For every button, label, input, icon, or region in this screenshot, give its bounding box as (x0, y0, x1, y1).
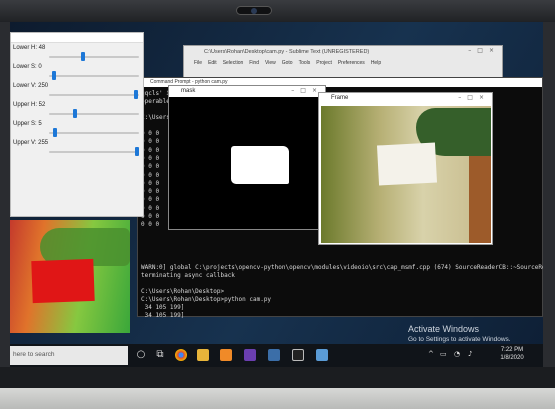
detected-card-image (31, 258, 95, 304)
trackbar-track[interactable] (49, 75, 139, 77)
menu-item-find[interactable]: Find (249, 60, 259, 66)
menu-item-preferences[interactable]: Preferences (338, 60, 365, 66)
laptop-bezel-left (0, 22, 10, 367)
notification-chevron-icon[interactable]: ^ (428, 350, 434, 358)
mask-window-title: mask –□× (169, 86, 325, 97)
menu-item-goto[interactable]: Goto (282, 60, 293, 66)
trackbar-label: Lower V: 250 (13, 83, 49, 89)
frame-window-title-text: Frame (331, 95, 349, 101)
menu-item-tools[interactable]: Tools (299, 60, 311, 66)
command-prompt-icon[interactable] (292, 349, 304, 361)
trackbar-track[interactable] (49, 56, 139, 58)
activate-subtitle: Go to Settings to activate Windows. (408, 336, 511, 343)
trackbar-row: Lower H: 48 (11, 43, 143, 62)
taskbar-search-input[interactable]: here to search (10, 346, 128, 365)
task-view-icon[interactable]: ⧉ (154, 349, 166, 361)
paper-card-image (376, 142, 438, 186)
desktop-screen: C:\Users\Rohan\Desktop\cam.py - Sublime … (10, 22, 543, 367)
taskbar: here to search ○ ⧉ ^ ▭ ◔ ♪ 7:22 PM 1/8/2… (10, 344, 543, 367)
terminal-output-row: 0 0 0 (141, 221, 160, 229)
battery-icon[interactable]: ▭ (440, 350, 447, 358)
network-icon[interactable]: ◔ (454, 350, 460, 358)
trackbar-label: Lower H: 48 (13, 45, 46, 51)
clock-date: 1/8/2020 (500, 355, 524, 361)
frame-window-controls[interactable]: –□× (458, 94, 490, 101)
sublime-icon[interactable] (220, 349, 232, 361)
trackbar-thumb[interactable] (72, 109, 77, 118)
camera-app-icon[interactable] (316, 349, 328, 361)
terminal-output-2: 34 105 199] (141, 312, 185, 319)
trackbar-thumb[interactable] (135, 147, 140, 156)
trackbar-label: Upper S: 5 (13, 121, 42, 127)
trackbar-label: Lower S: 0 (13, 64, 42, 70)
trackbar-list: Lower H: 48 Lower S: 0 Lower V: 250 Upper H… (11, 43, 143, 157)
menu-item-help[interactable]: Help (371, 60, 381, 66)
taskbar-clock[interactable]: 7:22 PM 1/8/2020 (492, 346, 532, 362)
trackbars-window[interactable]: Lower H: 48 Lower S: 0 Lower V: 250 Upper H… (10, 32, 144, 217)
trackbar-track[interactable] (49, 113, 139, 115)
laptop-bezel-right (543, 22, 555, 367)
laptop-bezel-bottom (0, 388, 555, 409)
camera-frame-image (321, 106, 491, 243)
volume-icon[interactable]: ♪ (468, 350, 472, 358)
trackbar-row: Upper S: 5 (11, 119, 143, 138)
mask-window-title-text: mask (181, 88, 196, 94)
menu-item-edit[interactable]: Edit (208, 60, 217, 66)
menu-item-file[interactable]: File (194, 60, 202, 66)
menu-item-project[interactable]: Project (316, 60, 332, 66)
trackbar-row: Upper H: 52 (11, 100, 143, 119)
trackbar-thumb[interactable] (80, 52, 85, 61)
result-video-window (10, 220, 130, 333)
sublime-menu-bar: File Edit Selection Find View Goto Tools… (184, 58, 502, 68)
trackbar-thumb[interactable] (53, 128, 58, 137)
folder-icon[interactable] (197, 349, 209, 361)
trackbar-thumb[interactable] (51, 71, 56, 80)
sublime-text-window[interactable]: C:\Users\Rohan\Desktop\cam.py - Sublime … (183, 45, 503, 78)
mask-blob-image (231, 146, 289, 184)
chrome-icon[interactable] (175, 349, 187, 361)
trackbar-label: Upper H: 52 (13, 102, 46, 108)
trackbar-track[interactable] (49, 94, 139, 96)
door-image (469, 156, 491, 243)
frame-window-title: Frame –□× (319, 93, 492, 104)
search-icon[interactable]: ○ (135, 349, 147, 361)
menu-item-selection[interactable]: Selection (223, 60, 244, 66)
laptop-bezel-top (0, 0, 555, 22)
trackbar-track[interactable] (49, 151, 139, 153)
sublime-window-title: C:\Users\Rohan\Desktop\cam.py - Sublime … (204, 49, 370, 55)
python-icon[interactable] (268, 349, 280, 361)
activate-title: Activate Windows (408, 324, 480, 334)
trackbar-track[interactable] (49, 132, 139, 134)
trackbar-row: Lower V: 250 (11, 81, 143, 100)
menu-item-view[interactable]: View (265, 60, 276, 66)
trackbar-label: Upper V: 255 (13, 140, 49, 146)
trackbar-thumb[interactable] (134, 90, 139, 99)
trackbars-titlebar (11, 33, 143, 43)
webcam-icon (236, 6, 272, 15)
trackbar-row: Lower S: 0 (11, 62, 143, 81)
frame-window[interactable]: Frame –□× (318, 92, 493, 245)
visual-studio-icon[interactable] (244, 349, 256, 361)
activate-windows-watermark: Activate Windows Go to Settings to activ… (408, 324, 511, 343)
window-controls[interactable]: –□× (468, 47, 500, 54)
terminal-terminating-line: terminating async callback (141, 272, 235, 279)
mask-window[interactable]: mask –□× (168, 85, 326, 230)
clock-time: 7:22 PM (500, 347, 524, 353)
trackbar-row: Upper V: 255 (11, 138, 143, 157)
